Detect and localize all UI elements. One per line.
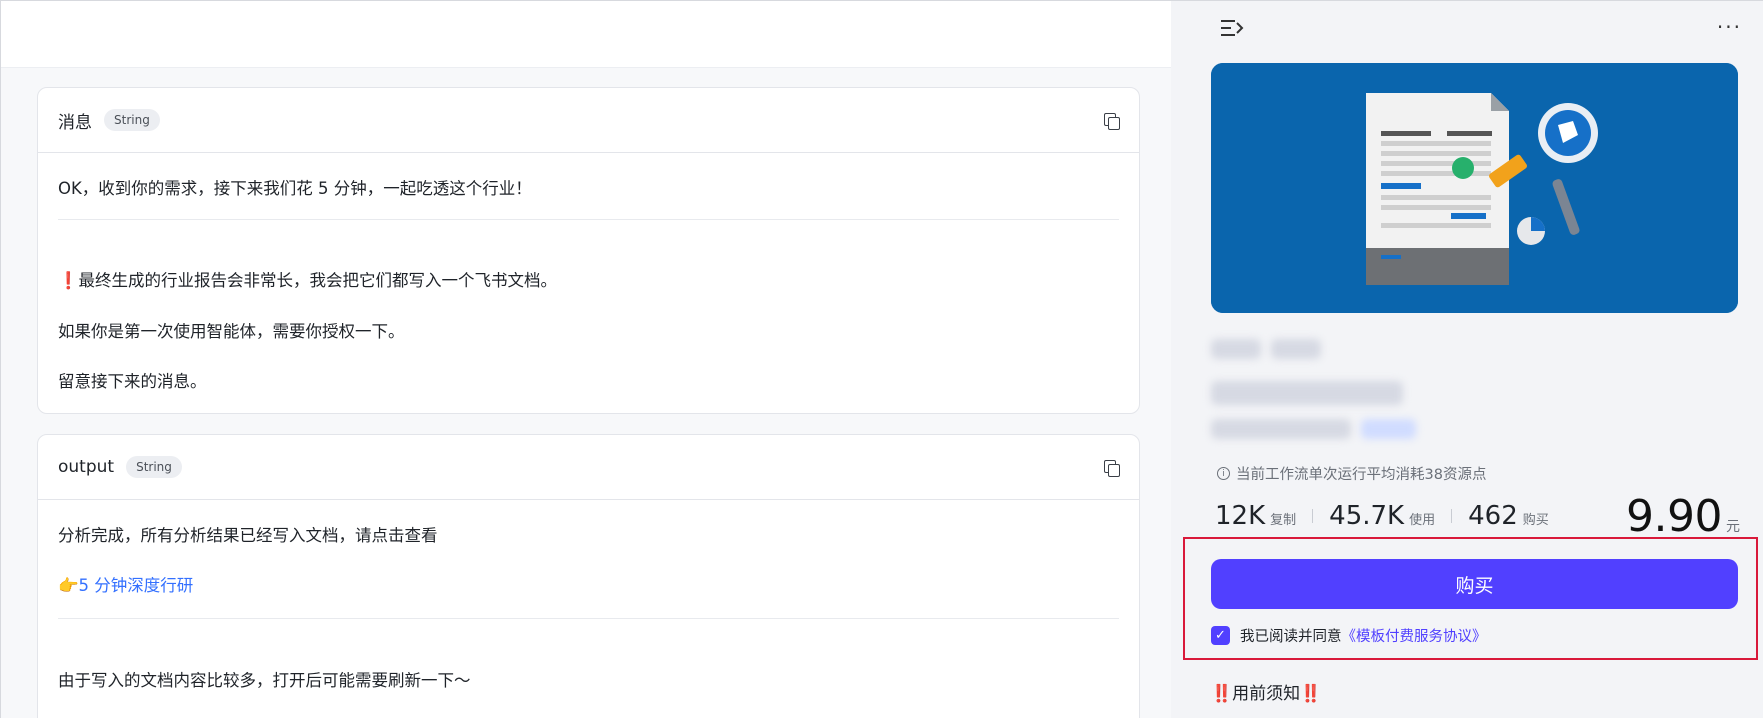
- price-value: 9.90: [1626, 491, 1722, 542]
- usage-stats: 12K 复制 45.7K 使用 462 购买: [1215, 501, 1549, 531]
- exclamation-icon: ❗: [58, 271, 79, 290]
- type-tag: String: [126, 456, 182, 478]
- blurred-content: [1361, 419, 1416, 439]
- output-card-header: output String: [38, 435, 1139, 500]
- info-icon: i: [1217, 467, 1230, 480]
- output-line: 由于写入的文档内容比较多，打开后可能需要刷新一下～: [58, 671, 471, 690]
- price-unit: 元: [1726, 519, 1740, 535]
- blurred-content: [1211, 419, 1351, 439]
- copy-icon[interactable]: [1103, 459, 1120, 477]
- message-line: 留意接下来的消息。: [58, 372, 207, 391]
- blurred-content: [1211, 381, 1403, 405]
- agreement-link[interactable]: 《模板付费服务协议》: [1342, 625, 1487, 646]
- stat-separator: [1451, 509, 1453, 523]
- message-line: 如果你是第一次使用智能体，需要你授权一下。: [58, 322, 405, 341]
- stat-purchases-value: 462: [1468, 501, 1518, 531]
- price: 9.90 元: [1626, 491, 1740, 542]
- blurred-content: [1211, 339, 1261, 359]
- card-title: 消息: [58, 112, 92, 133]
- card-title: output: [58, 457, 115, 477]
- agreement-text: 我已阅读并同意: [1240, 629, 1342, 645]
- message-card-header: 消息 String: [38, 88, 1139, 153]
- double-exclamation-icon: ‼️: [1211, 684, 1233, 704]
- notice-text: 用前须知: [1232, 684, 1301, 704]
- checkbox-checked-icon[interactable]: ✓: [1211, 626, 1230, 645]
- stat-uses-label: 使用: [1409, 513, 1436, 528]
- resource-info: i 当前工作流单次运行平均消耗38资源点: [1217, 463, 1486, 484]
- left-panel: 消息 String OK，收到你的需求，接下来我们花 5 分钟，一起吃透这个行业…: [1, 1, 1171, 718]
- usage-notice: ‼️用前须知‼️: [1211, 679, 1321, 704]
- divider: [58, 219, 1119, 220]
- stat-uses-value: 45.7K: [1329, 501, 1405, 531]
- pointing-hand-icon: 👉: [58, 576, 79, 595]
- buy-button[interactable]: 购买: [1211, 559, 1738, 609]
- message-line: ❗最终生成的行业报告会非常长，我会把它们都写入一个飞书文档。: [58, 267, 557, 291]
- output-line: 分析完成，所有分析结果已经写入文档，请点击查看: [58, 526, 438, 545]
- message-line: OK，收到你的需求，接下来我们花 5 分钟，一起吃透这个行业！: [58, 179, 532, 198]
- stat-purchases-label: 购买: [1522, 513, 1549, 528]
- copy-icon[interactable]: [1103, 112, 1120, 130]
- type-tag: String: [104, 109, 160, 131]
- resource-info-text: 当前工作流单次运行平均消耗38资源点: [1236, 467, 1487, 483]
- message-text: 最终生成的行业报告会非常长，我会把它们都写入一个飞书文档。: [78, 271, 558, 290]
- left-top-bar: [1, 1, 1171, 68]
- more-icon[interactable]: ···: [1717, 15, 1742, 39]
- double-exclamation-icon: ‼️: [1300, 684, 1322, 704]
- stat-copies-label: 复制: [1270, 513, 1297, 528]
- output-card: output String 分析完成，所有分析结果已经写入文档，请点击查看 👉5…: [37, 434, 1140, 718]
- menu-collapse-icon[interactable]: [1219, 17, 1245, 39]
- template-cover-image: [1211, 63, 1738, 313]
- divider: [58, 618, 1119, 619]
- agreement: ✓ 我已阅读并同意 《模板付费服务协议》: [1211, 625, 1487, 646]
- doc-link-text[interactable]: 5 分钟深度行研: [79, 576, 194, 595]
- right-panel: ··· i 当前工作流单次运行平均消耗38资源点 12K 复制 45.7K 使用…: [1171, 1, 1763, 718]
- stat-separator: [1312, 509, 1314, 523]
- doc-link[interactable]: 👉5 分钟深度行研: [58, 572, 193, 596]
- document-illustration: [1211, 63, 1738, 313]
- message-card: 消息 String OK，收到你的需求，接下来我们花 5 分钟，一起吃透这个行业…: [37, 87, 1140, 414]
- stat-copies-value: 12K: [1215, 501, 1266, 531]
- blurred-content: [1271, 339, 1321, 359]
